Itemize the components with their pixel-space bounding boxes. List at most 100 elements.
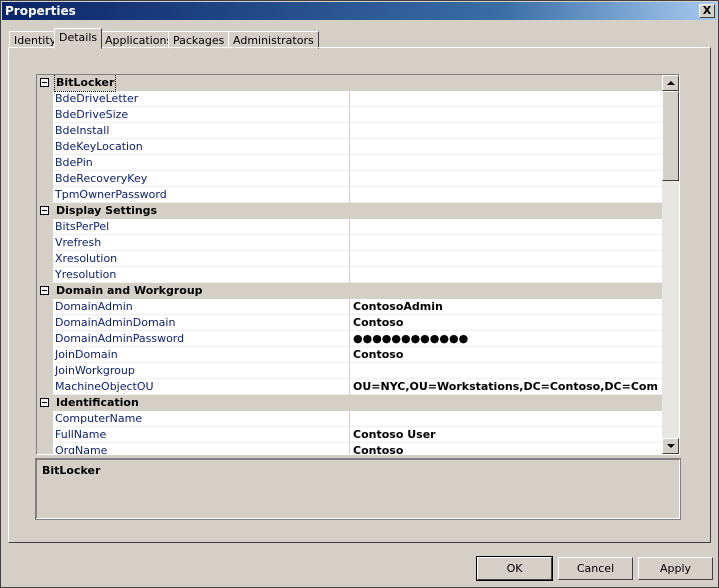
- row-margin: [37, 315, 53, 331]
- title-bar[interactable]: Properties X: [2, 2, 717, 20]
- property-value[interactable]: Contoso: [350, 315, 662, 331]
- property-row[interactable]: BitsPerPel: [37, 219, 663, 235]
- property-name: BdePin: [54, 155, 350, 171]
- property-row[interactable]: DomainAdmin ContosoAdmin: [37, 299, 663, 315]
- category-row[interactable]: BitLocker: [37, 75, 663, 92]
- property-value[interactable]: Contoso: [350, 443, 662, 454]
- property-row[interactable]: JoinWorkgroup: [37, 363, 663, 379]
- property-value[interactable]: Contoso User: [350, 427, 662, 443]
- collapse-icon[interactable]: [40, 286, 49, 295]
- row-margin: [37, 155, 53, 171]
- row-margin: [37, 187, 53, 203]
- row-margin: [37, 171, 53, 187]
- property-value[interactable]: [350, 267, 662, 283]
- scroll-up-button[interactable]: [662, 75, 679, 91]
- property-grid-rows: BitLocker BdeDriveLetter BdeDriveSize BdeIn…: [37, 75, 663, 454]
- property-value[interactable]: [350, 251, 662, 267]
- row-margin: [37, 331, 53, 347]
- description-title: BitLocker: [42, 464, 101, 477]
- property-value[interactable]: ●●●●●●●●●●●●: [350, 331, 662, 347]
- property-value[interactable]: Contoso: [350, 347, 662, 363]
- row-margin: [37, 91, 53, 107]
- property-row[interactable]: BdeRecoveryKey: [37, 171, 663, 187]
- property-name: JoinDomain: [54, 347, 350, 363]
- arrow-down-icon: [667, 444, 675, 448]
- property-description-box: BitLocker: [35, 458, 681, 520]
- property-row[interactable]: Yresolution: [37, 267, 663, 283]
- property-value[interactable]: [350, 411, 662, 427]
- scroll-thumb[interactable]: [662, 91, 679, 181]
- row-margin: [37, 443, 53, 454]
- category-label: Display Settings: [56, 204, 158, 217]
- property-row[interactable]: BdeInstall: [37, 123, 663, 139]
- row-margin: [37, 139, 53, 155]
- property-row[interactable]: Vrefresh: [37, 235, 663, 251]
- property-name: BdeDriveSize: [54, 107, 350, 123]
- window-title: Properties: [5, 4, 76, 18]
- row-margin: [37, 235, 53, 251]
- collapse-icon[interactable]: [40, 206, 49, 215]
- property-name: DomainAdminDomain: [54, 315, 350, 331]
- property-row[interactable]: BdeDriveLetter: [37, 91, 663, 107]
- property-row[interactable]: FullName Contoso User: [37, 427, 663, 443]
- category-label: Domain and Workgroup: [56, 284, 203, 297]
- property-name: Yresolution: [54, 267, 350, 283]
- properties-window: Properties X Identity Details Applicatio…: [0, 0, 719, 588]
- property-value[interactable]: [350, 219, 662, 235]
- property-value[interactable]: [350, 107, 662, 123]
- tab-details[interactable]: Details: [54, 28, 103, 49]
- ok-button[interactable]: OK: [476, 556, 553, 581]
- arrow-up-icon: [667, 81, 675, 85]
- property-row[interactable]: DomainAdminDomain Contoso: [37, 315, 663, 331]
- property-name: OrgName: [54, 443, 350, 454]
- row-margin: [37, 123, 53, 139]
- property-row[interactable]: BdeKeyLocation: [37, 139, 663, 155]
- property-name: BdeKeyLocation: [54, 139, 350, 155]
- property-value[interactable]: [350, 171, 662, 187]
- property-value[interactable]: [350, 123, 662, 139]
- property-value[interactable]: [350, 91, 662, 107]
- row-margin: [37, 219, 53, 235]
- category-label: BitLocker: [53, 75, 117, 92]
- collapse-icon[interactable]: [40, 398, 49, 407]
- category-row[interactable]: Identification: [37, 395, 663, 411]
- property-name: BdeRecoveryKey: [54, 171, 350, 187]
- apply-button[interactable]: Apply: [638, 557, 713, 580]
- property-row[interactable]: TpmOwnerPassword: [37, 187, 663, 203]
- row-margin: [37, 347, 53, 363]
- property-row[interactable]: DomainAdminPassword ●●●●●●●●●●●●: [37, 331, 663, 347]
- cancel-button[interactable]: Cancel: [558, 557, 633, 580]
- row-margin: [37, 363, 53, 379]
- property-name: DomainAdmin: [54, 299, 350, 315]
- property-value[interactable]: [350, 155, 662, 171]
- property-value[interactable]: [350, 187, 662, 203]
- close-button[interactable]: X: [699, 4, 715, 18]
- property-value[interactable]: [350, 363, 662, 379]
- row-margin: [37, 427, 53, 443]
- property-name: BdeDriveLetter: [54, 91, 350, 107]
- property-value[interactable]: [350, 235, 662, 251]
- property-row[interactable]: ComputerName: [37, 411, 663, 427]
- vertical-scrollbar[interactable]: [662, 75, 679, 454]
- property-name: Xresolution: [54, 251, 350, 267]
- property-row[interactable]: BdePin: [37, 155, 663, 171]
- property-name: BdeInstall: [54, 123, 350, 139]
- collapse-icon[interactable]: [40, 78, 49, 87]
- property-row[interactable]: MachineObjectOU OU=NYC,OU=Workstations,DC…: [37, 379, 663, 395]
- scroll-down-button[interactable]: [662, 438, 679, 454]
- property-row[interactable]: Xresolution: [37, 251, 663, 267]
- row-margin: [37, 411, 53, 427]
- row-margin: [37, 299, 53, 315]
- property-name: TpmOwnerPassword: [54, 187, 350, 203]
- property-name: FullName: [54, 427, 350, 443]
- property-value[interactable]: [350, 139, 662, 155]
- category-row[interactable]: Display Settings: [37, 203, 663, 219]
- property-value[interactable]: OU=NYC,OU=Workstations,DC=Contoso,DC=Com: [350, 379, 662, 395]
- category-row[interactable]: Domain and Workgroup: [37, 283, 663, 299]
- details-tab-panel: BitLocker BdeDriveLetter BdeDriveSize BdeIn…: [8, 47, 711, 543]
- property-row[interactable]: OrgName Contoso: [37, 443, 663, 454]
- property-row[interactable]: BdeDriveSize: [37, 107, 663, 123]
- property-name: Vrefresh: [54, 235, 350, 251]
- property-value[interactable]: ContosoAdmin: [350, 299, 662, 315]
- property-row[interactable]: JoinDomain Contoso: [37, 347, 663, 363]
